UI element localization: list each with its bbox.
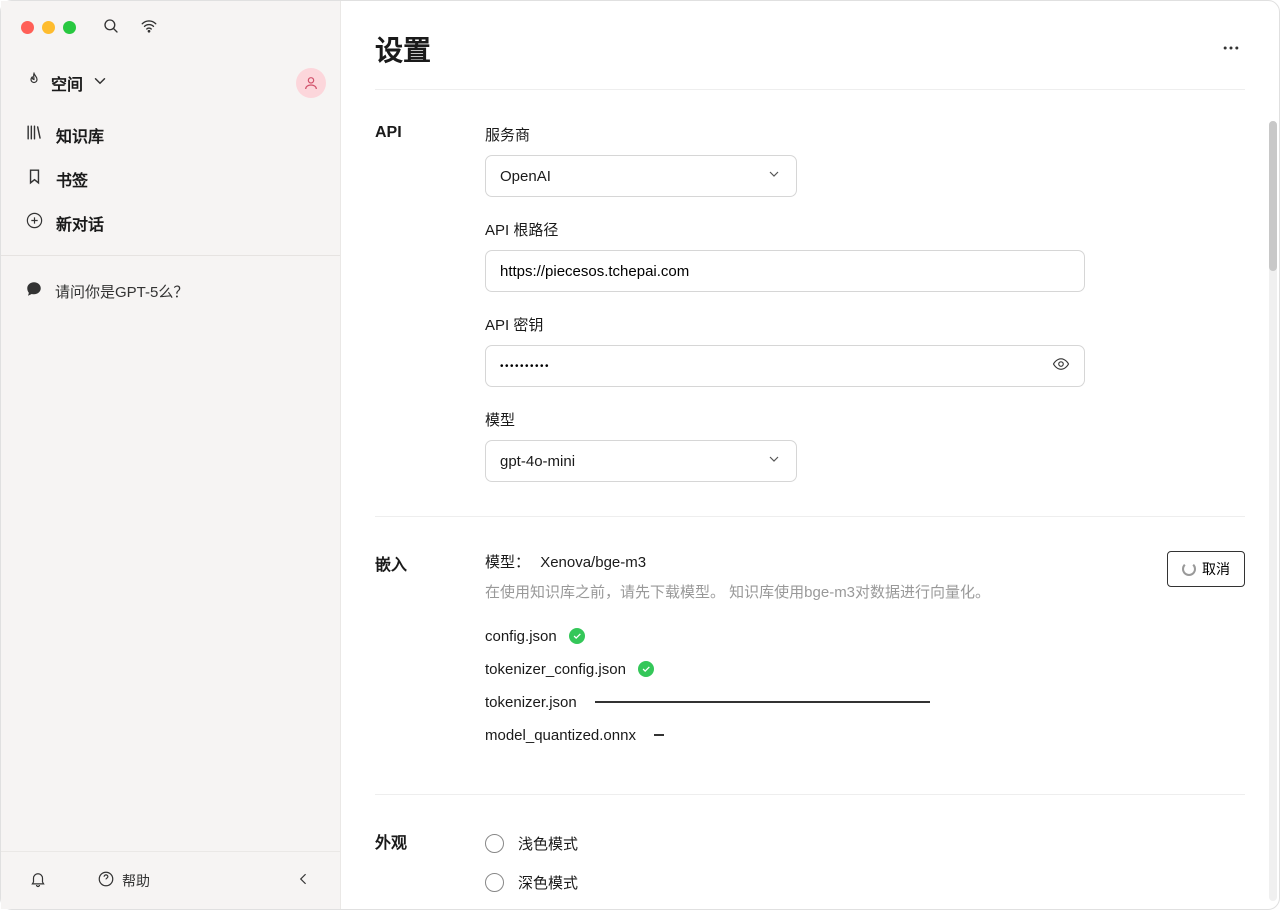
check-icon — [569, 628, 585, 644]
section-label: 嵌入 — [375, 551, 465, 760]
section-label: 外观 — [375, 829, 465, 893]
bookmark-icon — [25, 167, 44, 191]
api-key-input-wrapper — [485, 345, 1085, 387]
scrollbar[interactable] — [1269, 121, 1277, 901]
wifi-icon[interactable] — [140, 17, 158, 38]
file-row: config.json — [485, 628, 1245, 645]
radio-icon — [485, 873, 504, 892]
file-name: tokenizer.json — [485, 694, 577, 711]
page-title: 设置 — [375, 29, 431, 69]
nav-knowledge[interactable]: 知识库 — [15, 113, 326, 157]
theme-label: 浅色模式 — [518, 833, 578, 854]
nav-new-chat[interactable]: 新对话 — [15, 201, 326, 245]
chat-title: 请问你是GPT-5么？ — [55, 281, 188, 302]
progress-bar — [654, 734, 664, 736]
progress-bar — [595, 701, 930, 703]
base-url-input[interactable] — [500, 263, 1070, 280]
close-window-button[interactable] — [21, 21, 34, 34]
chat-list: 请问你是GPT-5么？ — [1, 262, 340, 851]
divider — [1, 255, 340, 256]
spinner-icon — [1182, 562, 1196, 576]
base-url-label: API 根路径 — [485, 219, 1245, 240]
section-appearance: 外观 浅色模式 深色模式 — [375, 794, 1245, 893]
embed-model-value: Xenova/bge-m3 — [540, 554, 646, 571]
nav-label: 书签 — [56, 167, 88, 191]
provider-select[interactable]: OpenAI — [485, 155, 797, 197]
space-selector[interactable]: 空间 — [15, 63, 119, 103]
more-button[interactable] — [1217, 34, 1245, 65]
main: 设置 API 服务商 OpenAI API 根 — [341, 1, 1279, 909]
maximize-window-button[interactable] — [63, 21, 76, 34]
file-name: tokenizer_config.json — [485, 661, 626, 678]
nav-label: 新对话 — [56, 211, 104, 235]
plus-circle-icon — [25, 211, 44, 235]
search-icon[interactable] — [102, 17, 120, 38]
provider-label: 服务商 — [485, 124, 1245, 145]
chat-bubble-icon — [25, 280, 43, 302]
sidebar-bottom: 帮助 — [1, 851, 340, 909]
books-icon — [25, 123, 44, 147]
section-embed: 嵌入 模型： Xenova/bge-m3 在使用知识库之前，请先下载模型。 知识… — [375, 516, 1245, 794]
embed-description: 在使用知识库之前，请先下载模型。 知识库使用bge-m3对数据进行向量化。 — [485, 580, 1167, 606]
api-key-label: API 密钥 — [485, 314, 1245, 335]
space-label: 空间 — [51, 71, 83, 95]
base-url-input-wrapper — [485, 250, 1085, 292]
titlebar — [1, 1, 340, 53]
chevron-down-icon — [766, 451, 782, 471]
chat-item[interactable]: 请问你是GPT-5么？ — [15, 270, 326, 312]
help-button[interactable]: 帮助 — [97, 870, 150, 891]
bell-icon[interactable] — [29, 870, 47, 891]
radio-icon — [485, 834, 504, 853]
nav-list: 知识库 书签 新对话 — [1, 113, 340, 245]
traffic-lights — [21, 21, 76, 34]
model-select[interactable]: gpt-4o-mini — [485, 440, 797, 482]
file-row: model_quantized.onnx — [485, 727, 1245, 744]
theme-option-light[interactable]: 浅色模式 — [485, 833, 1245, 854]
provider-value: OpenAI — [500, 168, 551, 185]
sidebar: 空间 知识库 书签 — [1, 1, 341, 909]
file-row: tokenizer.json — [485, 694, 1245, 711]
embed-model-label: 模型： — [485, 554, 530, 571]
theme-option-dark[interactable]: 深色模式 — [485, 872, 1245, 893]
help-icon — [97, 870, 115, 891]
scrollbar-thumb[interactable] — [1269, 121, 1277, 271]
section-label: API — [375, 124, 465, 482]
help-label: 帮助 — [122, 871, 150, 891]
show-password-button[interactable] — [1052, 355, 1070, 377]
minimize-window-button[interactable] — [42, 21, 55, 34]
section-api: API 服务商 OpenAI API 根路径 — [375, 89, 1245, 516]
api-key-input[interactable] — [500, 361, 1070, 372]
theme-label: 深色模式 — [518, 872, 578, 893]
cancel-label: 取消 — [1202, 559, 1230, 579]
file-name: model_quantized.onnx — [485, 727, 636, 744]
nav-label: 知识库 — [56, 123, 104, 147]
back-arrow-icon[interactable] — [294, 870, 312, 891]
file-row: tokenizer_config.json — [485, 661, 1245, 678]
cancel-button[interactable]: 取消 — [1167, 551, 1245, 587]
chevron-down-icon — [766, 166, 782, 186]
check-icon — [638, 661, 654, 677]
model-label: 模型 — [485, 409, 1245, 430]
model-value: gpt-4o-mini — [500, 453, 575, 470]
nav-bookmarks[interactable]: 书签 — [15, 157, 326, 201]
chevron-down-icon — [91, 72, 109, 95]
progress-fill — [595, 701, 930, 703]
flame-icon — [25, 72, 43, 95]
file-name: config.json — [485, 628, 557, 645]
avatar[interactable] — [296, 68, 326, 98]
